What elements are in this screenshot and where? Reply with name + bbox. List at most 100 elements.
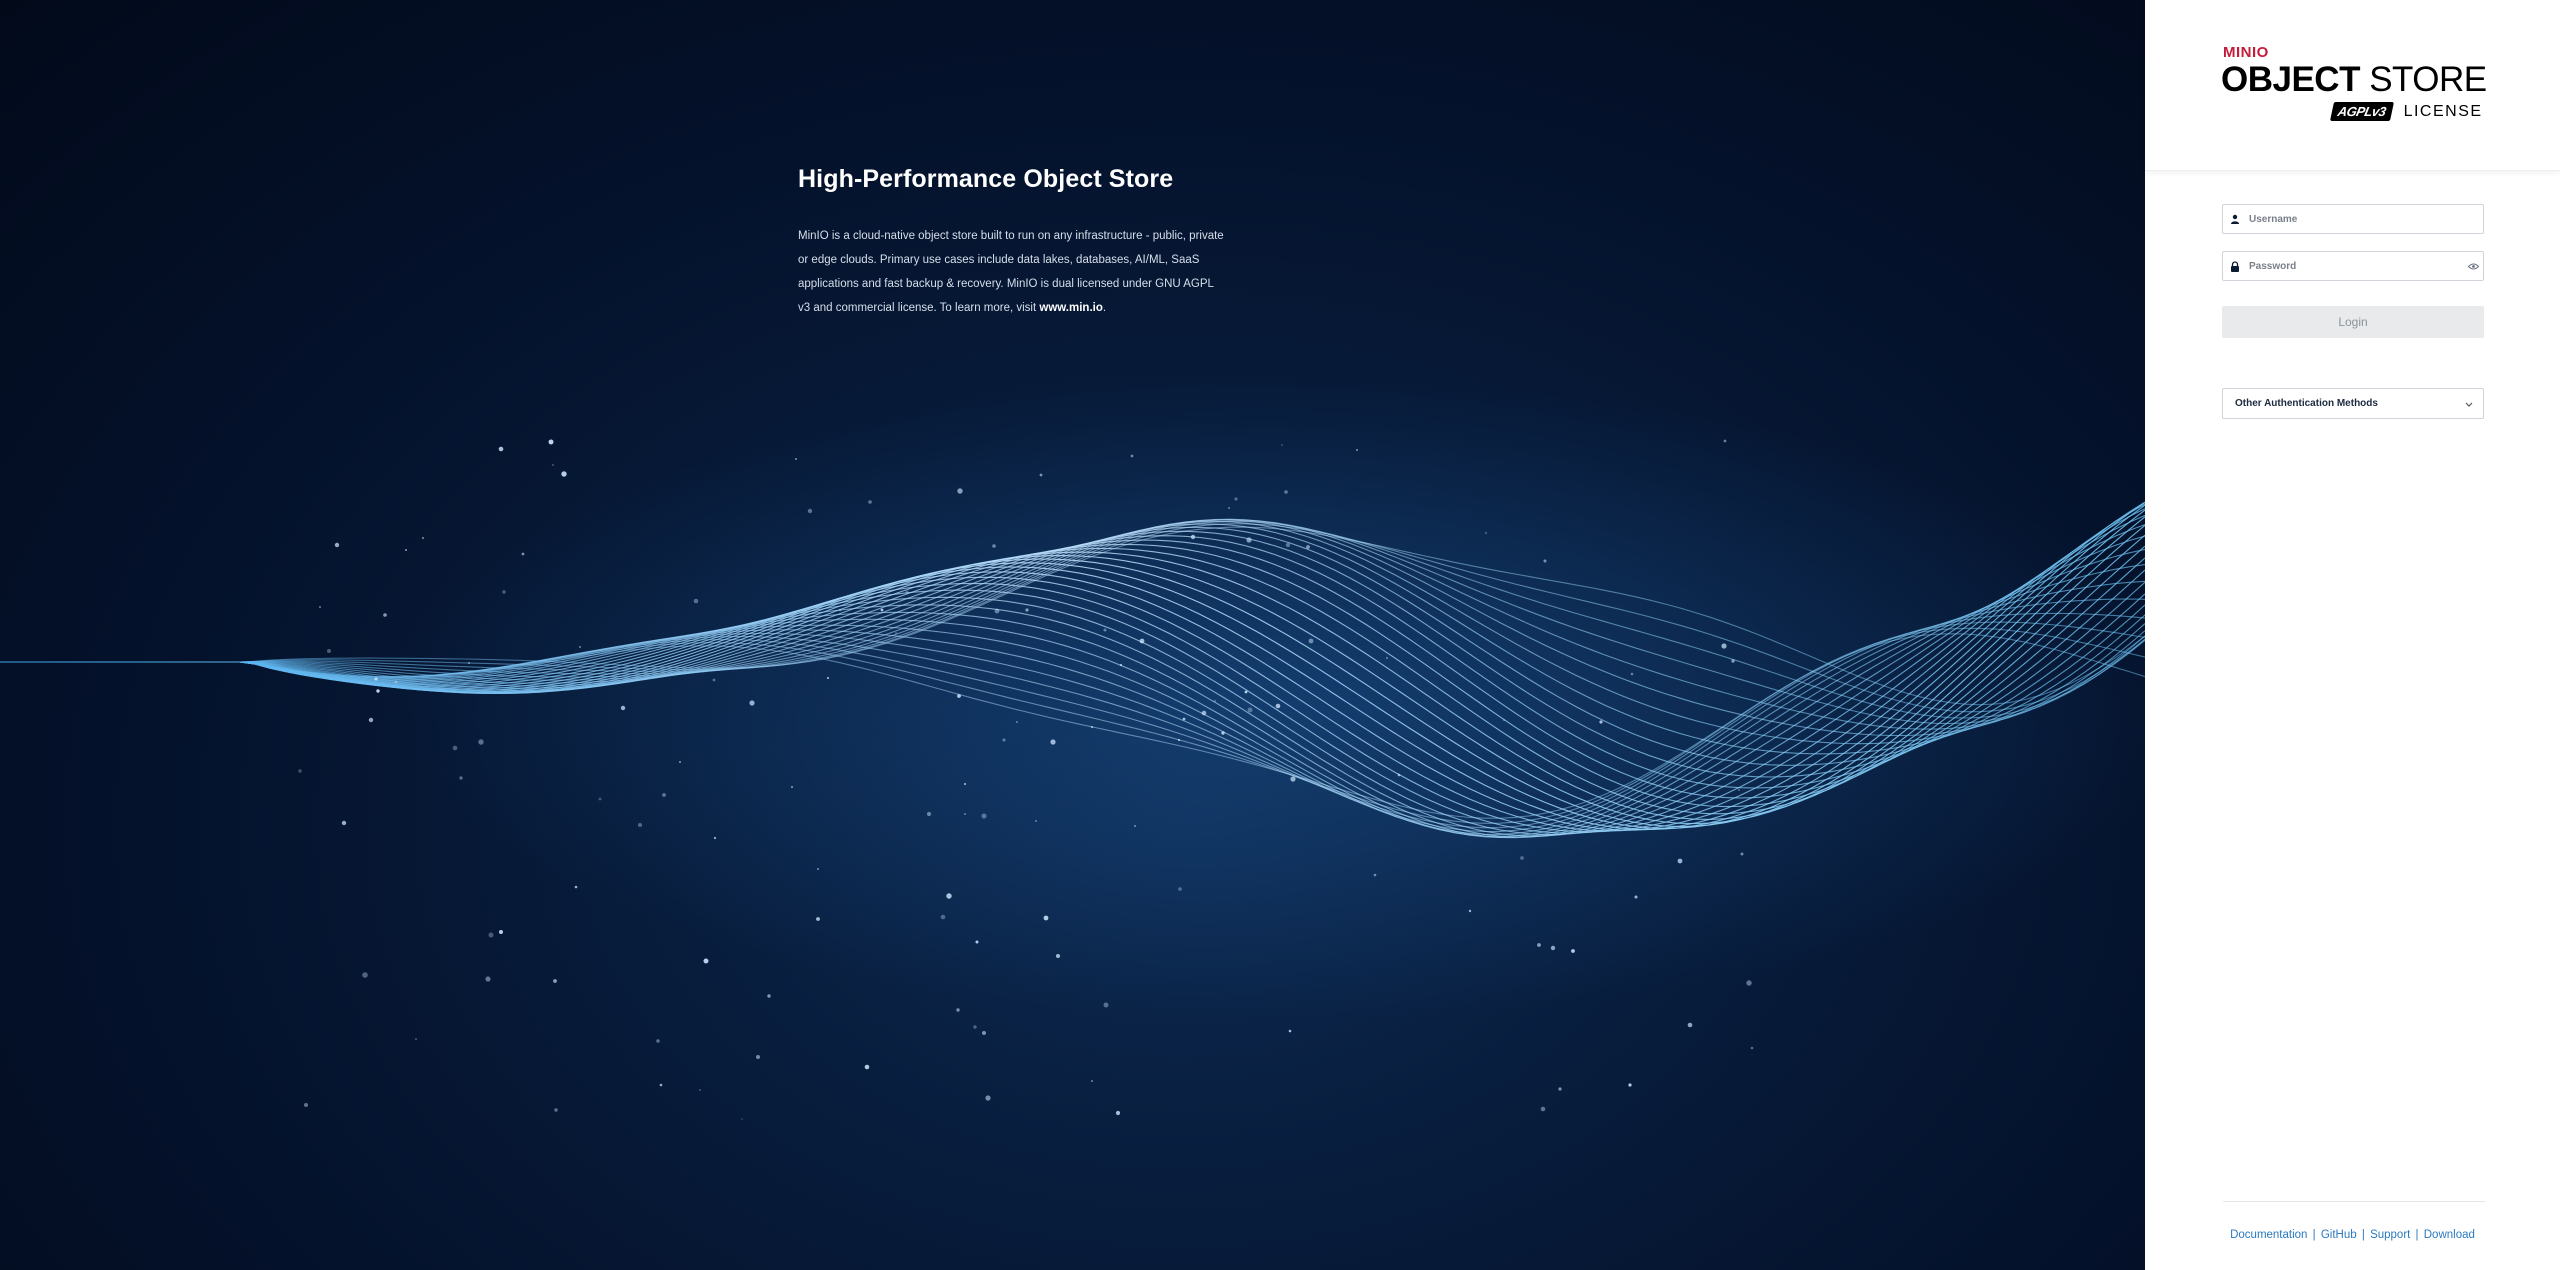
particle [1002,738,1006,742]
particle [1520,856,1524,860]
particle [383,613,387,617]
particle [713,836,717,840]
particle [1214,700,1216,702]
particle [1628,1083,1632,1087]
particle [638,823,642,827]
username-input[interactable] [2247,206,2483,232]
particle [1373,873,1377,877]
particle [1247,707,1253,713]
support-link[interactable]: Support [2370,1229,2410,1241]
particle [341,820,347,826]
particle [767,994,771,998]
particle [1130,454,1134,458]
particle [1119,663,1123,667]
particle [1228,507,1230,509]
particle [1397,773,1401,777]
github-link[interactable]: GitHub [2321,1229,2357,1241]
other-auth-methods-select[interactable]: Other Authentication Methods [2222,388,2484,419]
show-password-icon[interactable] [2463,263,2483,270]
hero-description-text: MinIO is a cloud-native object store bui… [798,230,1224,314]
particle [478,739,484,745]
password-field [2222,251,2484,281]
particle [298,769,302,773]
particle [376,689,380,693]
particle [895,632,897,634]
particle [579,646,581,648]
particle [374,677,378,681]
password-input[interactable] [2247,253,2463,279]
particle [973,1025,977,1029]
particle [502,590,506,594]
product-name-light: STORE [2369,60,2487,99]
particle [1746,980,1752,986]
particle [1543,559,1547,563]
particle [1740,852,1744,856]
particle [975,940,979,944]
particle [304,1103,308,1107]
minio-website-link[interactable]: www.min.io [1039,302,1102,314]
particle [1288,1029,1292,1033]
particle [1290,776,1296,782]
particle [1025,608,1029,612]
particle [1750,1046,1754,1050]
user-icon [2223,214,2247,224]
particle [1468,909,1472,913]
particle [459,776,463,780]
particle [452,745,458,751]
particle [864,1064,870,1070]
hero-panel: High-Performance Object Store MinIO is a… [0,0,2145,1270]
particle [1050,739,1056,745]
particle [1091,1080,1093,1082]
particle [964,783,966,785]
footer-separator: | [2415,1229,2419,1241]
particle [957,488,963,494]
particle [1634,895,1638,899]
particle [1182,717,1186,721]
particle [699,1089,701,1091]
login-button[interactable]: Login [2222,306,2484,338]
particle [1640,826,1642,828]
particle [1677,858,1683,864]
download-link[interactable]: Download [2424,1229,2475,1241]
particle [1134,825,1136,827]
particle [905,590,909,594]
particle [749,700,755,706]
particle [552,464,554,466]
username-field [2222,204,2484,234]
particle [1540,1106,1546,1112]
particle [964,813,966,815]
chevron-down-icon [2465,399,2473,409]
particle [827,677,829,679]
particle [940,914,946,920]
particle [1723,439,1727,443]
login-panel: MINIO OBJECT STORE AGPLv3 LICENSE Userna… [2145,0,2560,1270]
particle [994,608,1000,614]
hero-description-period: . [1102,302,1107,314]
particle [926,811,932,817]
particle [1738,789,1740,791]
particle [1091,726,1093,728]
particle [1550,945,1556,951]
particle [1234,497,1238,501]
particle [981,813,987,819]
particle [1190,534,1196,540]
particle [1221,731,1225,735]
particle [816,917,820,921]
particle [620,705,626,711]
particle [1571,949,1575,953]
particle [1537,943,1541,947]
particle [405,549,407,551]
documentation-link[interactable]: Documentation [2230,1229,2307,1241]
particle [561,471,567,477]
product-name: OBJECT STORE [2221,60,2487,100]
particle [957,694,961,698]
particle [1306,545,1310,549]
particle [795,458,797,460]
particle [394,680,398,684]
particle [946,893,952,899]
particle [679,761,681,763]
login-form: Login Other Authentication Methods [2222,204,2484,419]
particle [741,1118,743,1120]
particle [1178,887,1182,891]
license-label: LICENSE [2403,102,2483,120]
